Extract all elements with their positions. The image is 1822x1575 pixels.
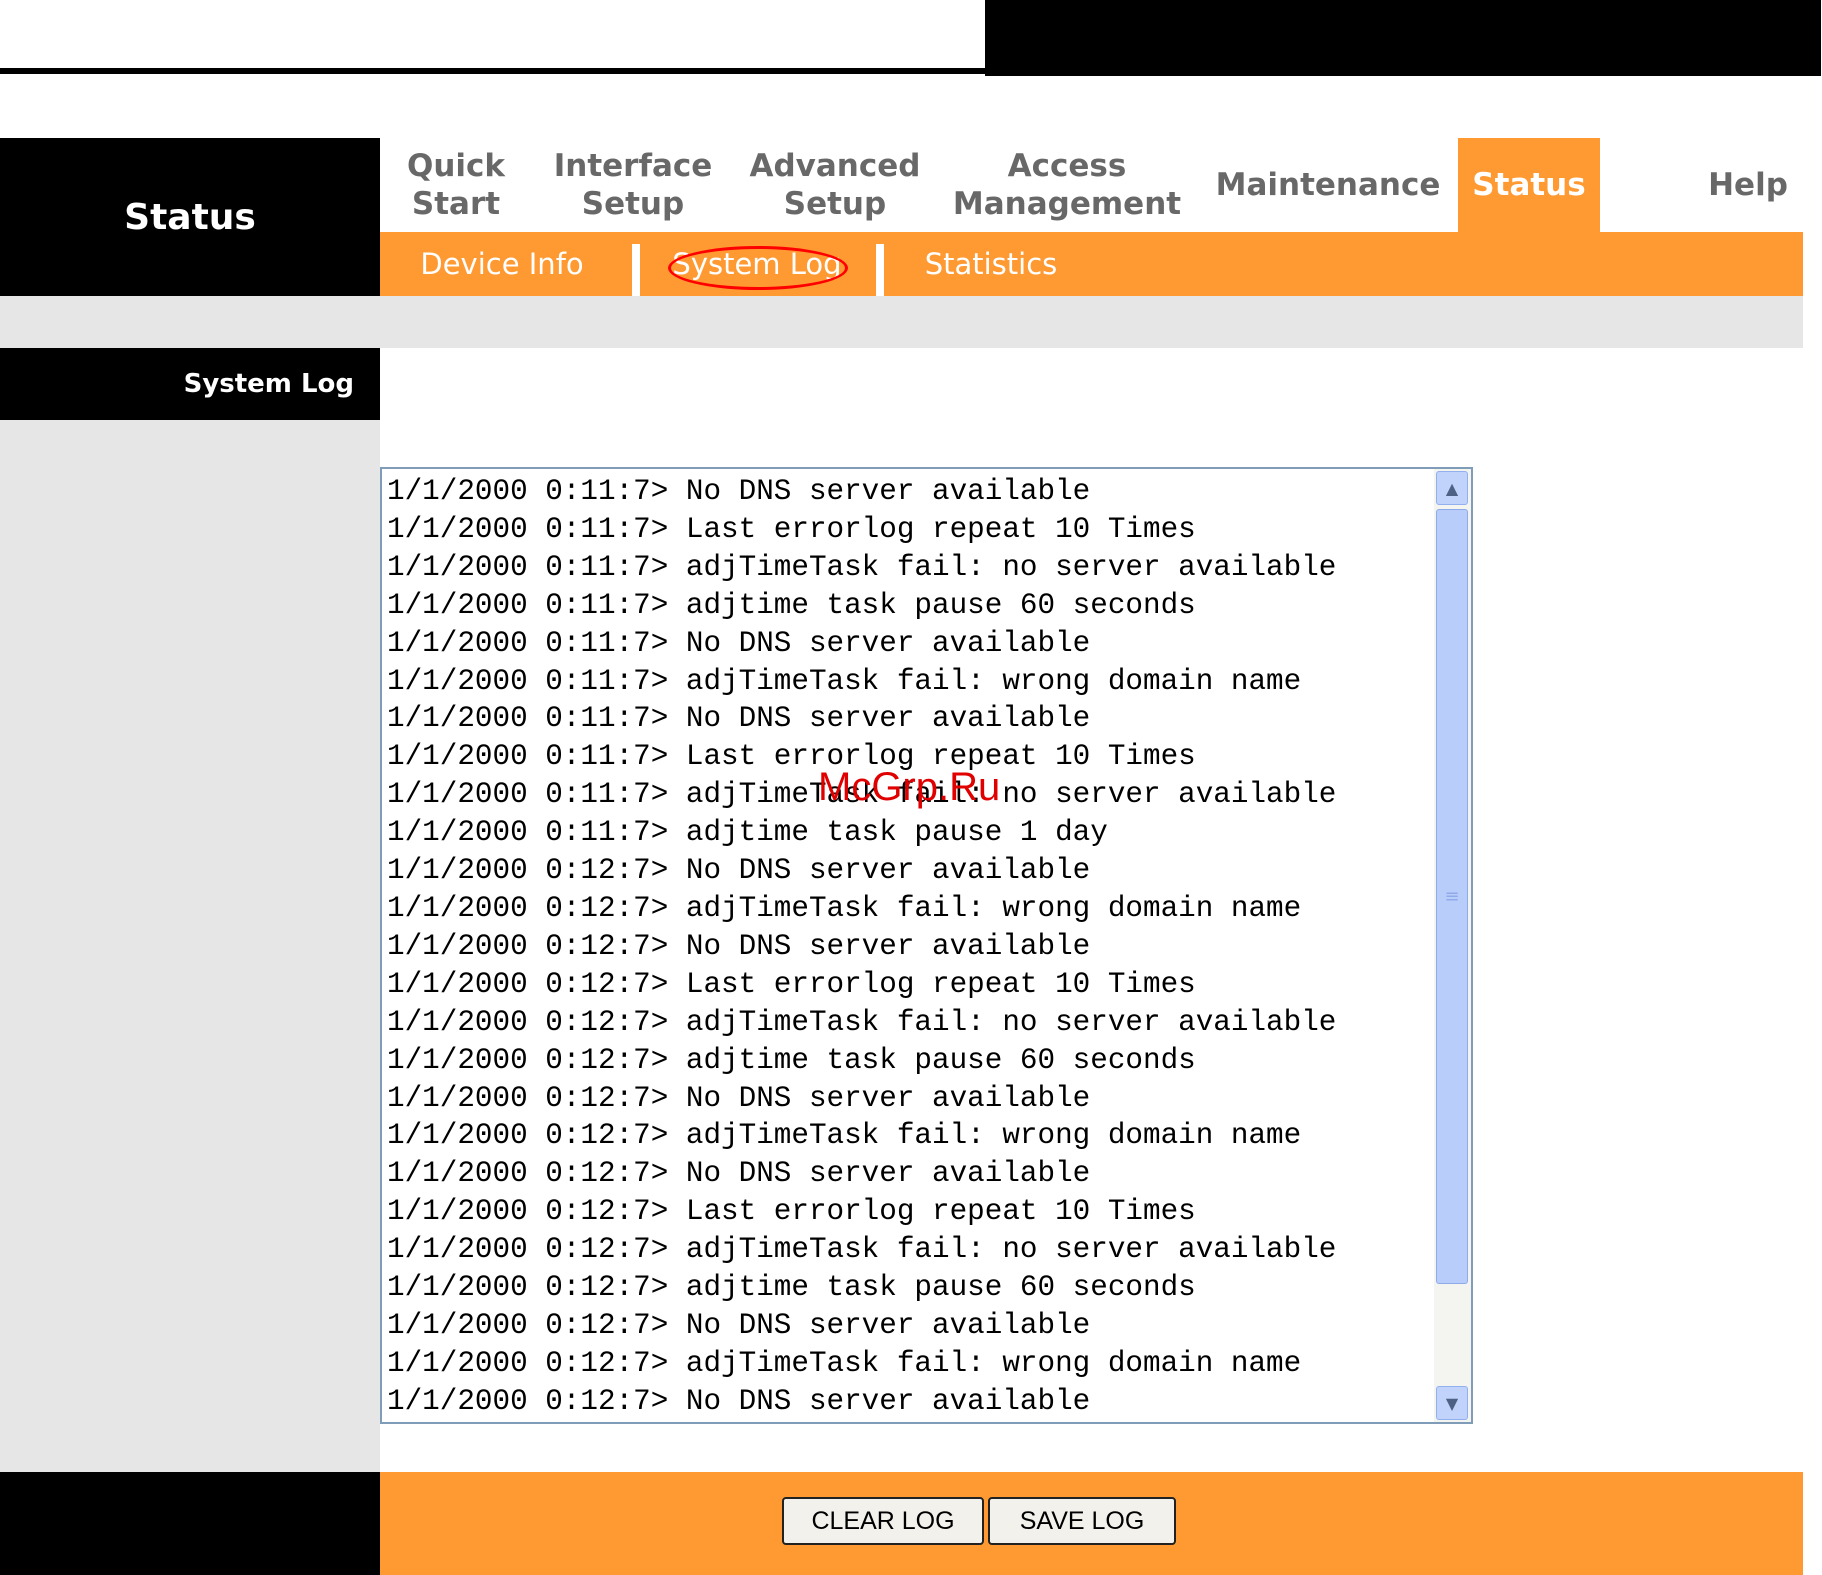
log-line: 1/1/2000 0:12:7> adjTimeTask fail: wrong… xyxy=(387,891,1302,925)
header-rule xyxy=(0,68,985,74)
submenu-divider xyxy=(876,244,884,296)
log-line: 1/1/2000 0:11:7> No DNS server available xyxy=(387,475,1091,508)
log-line: 1/1/2000 0:12:7> No DNS server available xyxy=(387,1308,1091,1342)
menu-quick-start[interactable]: Quick Start xyxy=(380,138,532,232)
log-line: 1/1/2000 0:12:7> adjTimeTask fail: no se… xyxy=(387,1233,1337,1267)
log-line: 1/1/2000 0:12:7> Last errorlog repeat 10… xyxy=(387,1195,1196,1229)
log-line: 1/1/2000 0:12:7> adjtime task pause 60 s… xyxy=(387,1271,1196,1305)
log-line: 1/1/2000 0:12:7> No DNS server available xyxy=(387,1081,1091,1115)
submenu-system-log[interactable]: System Log xyxy=(640,232,874,296)
log-line: 1/1/2000 0:12:7> adjtime task pause 60 s… xyxy=(387,1043,1196,1077)
log-line: 1/1/2000 0:12:7> No DNS server available xyxy=(387,929,1091,963)
log-line: 1/1/2000 0:12:7> adjTimeTask fail: wrong… xyxy=(387,1119,1302,1153)
log-line: 1/1/2000 0:12:7> adjTimeTask fail: wrong… xyxy=(387,1346,1302,1380)
scroll-up-button[interactable]: ▲ xyxy=(1436,471,1468,505)
gray-spacer-strip xyxy=(0,296,1803,348)
scroll-thumb[interactable]: ≡ xyxy=(1436,509,1468,1284)
header-black-block xyxy=(985,0,1821,76)
submenu-device-info[interactable]: Device Info xyxy=(380,232,624,296)
chevron-up-icon: ▲ xyxy=(1445,478,1459,498)
log-line: 1/1/2000 0:11:7> adjTimeTask fail: wrong… xyxy=(387,664,1302,698)
log-content: 1/1/2000 0:11:7> No DNS server available… xyxy=(387,473,1437,1418)
log-line: 1/1/2000 0:12:7> No DNS server available xyxy=(387,1384,1091,1418)
menu-maintenance[interactable]: Maintenance xyxy=(1216,138,1441,232)
scroll-down-button[interactable]: ▼ xyxy=(1436,1386,1468,1420)
log-line: 1/1/2000 0:11:7> No DNS server available xyxy=(387,626,1091,660)
log-line: 1/1/2000 0:11:7> adjTimeTask fail: no se… xyxy=(387,778,1337,812)
footer-left-panel xyxy=(0,1472,380,1575)
section-label: System Log xyxy=(0,348,380,420)
menu-help[interactable]: Help xyxy=(1680,138,1816,232)
menu-interface-setup[interactable]: Interface Setup xyxy=(540,138,726,232)
chevron-down-icon: ▼ xyxy=(1445,1393,1459,1413)
log-line: 1/1/2000 0:12:7> No DNS server available xyxy=(387,854,1091,888)
log-line: 1/1/2000 0:12:7> adjTimeTask fail: no se… xyxy=(387,1005,1337,1039)
section-title: Status xyxy=(124,196,256,238)
log-line: 1/1/2000 0:12:7> Last errorlog repeat 10… xyxy=(387,967,1196,1001)
submenu-divider xyxy=(632,244,640,296)
save-log-button[interactable]: SAVE LOG xyxy=(988,1497,1176,1545)
log-line: 1/1/2000 0:11:7> adjtime task pause 60 s… xyxy=(387,588,1196,622)
menu-advanced-setup[interactable]: Advanced Setup xyxy=(740,138,930,232)
log-line: 1/1/2000 0:11:7> adjTimeTask fail: no se… xyxy=(387,550,1337,584)
log-line: 1/1/2000 0:11:7> adjtime task pause 1 da… xyxy=(387,816,1108,850)
submenu-statistics[interactable]: Statistics xyxy=(884,232,1098,296)
log-line: 1/1/2000 0:11:7> Last errorlog repeat 10… xyxy=(387,740,1196,774)
menu-access-management[interactable]: Access Management xyxy=(950,138,1184,232)
log-line: 1/1/2000 0:11:7> Last errorlog repeat 10… xyxy=(387,512,1196,546)
log-line: 1/1/2000 0:12:7> No DNS server available xyxy=(387,1157,1091,1191)
log-line: 1/1/2000 0:11:7> No DNS server available xyxy=(387,702,1091,736)
grip-icon: ≡ xyxy=(1444,885,1460,907)
clear-log-button[interactable]: CLEAR LOG xyxy=(782,1497,984,1545)
left-column xyxy=(0,348,380,1472)
menu-status[interactable]: Status xyxy=(1458,138,1600,232)
